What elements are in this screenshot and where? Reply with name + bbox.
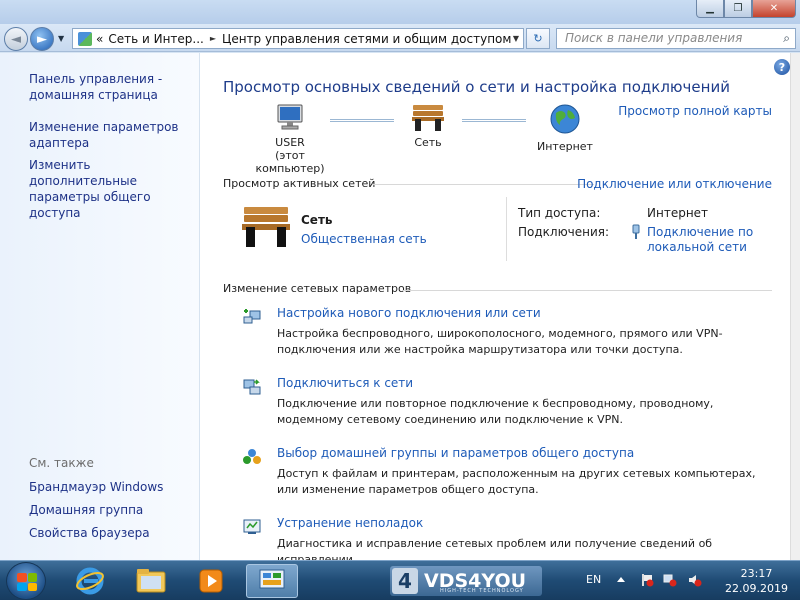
homegroup-description: Доступ к файлам и принтерам, расположенн… xyxy=(277,467,756,496)
homegroup-link[interactable]: Выбор домашней группы и параметров общег… xyxy=(277,446,777,460)
active-network-name: Сеть xyxy=(301,213,333,227)
map-node-computer[interactable]: USER (этот компьютер) xyxy=(240,103,340,175)
connections-label: Подключения: xyxy=(518,225,610,239)
start-button[interactable] xyxy=(6,562,46,600)
sidebar-link-control-panel-home[interactable]: Панель управления - домашняя страница xyxy=(29,71,197,103)
connect-network-link[interactable]: Подключиться к сети xyxy=(277,376,777,390)
refresh-button[interactable]: ↻ xyxy=(526,28,550,49)
access-type-value: Интернет xyxy=(647,206,709,220)
volume-muted-icon[interactable] xyxy=(688,573,702,587)
sidebar: Панель управления - домашняя страница Из… xyxy=(0,53,200,560)
taskbar-internet-explorer[interactable] xyxy=(64,564,116,598)
title-bar: ▁ ❐ ✕ xyxy=(0,0,800,24)
media-player-icon xyxy=(199,569,223,593)
forward-button[interactable]: ► xyxy=(30,27,54,51)
search-input[interactable]: Поиск в панели управления ⌕ xyxy=(556,28,796,49)
troubleshoot-link[interactable]: Устранение неполадок xyxy=(277,516,777,530)
clock-time: 23:17 xyxy=(740,567,773,580)
connection-link-line-2[interactable]: локальной сети xyxy=(647,240,747,254)
internet-label: Интернет xyxy=(537,140,593,153)
tray-arrow-icon[interactable] xyxy=(614,573,628,587)
main-content: ? Просмотр основных сведений о сети и на… xyxy=(200,53,790,566)
action-center-flag-icon[interactable] xyxy=(640,573,654,587)
troubleshoot-icon xyxy=(243,519,261,534)
control-panel-icon xyxy=(78,31,92,46)
section-divider xyxy=(372,184,594,185)
control-panel-icon xyxy=(259,569,285,589)
new-connection-description: Настройка беспроводного, широкополосного… xyxy=(277,327,723,356)
access-type-label: Тип доступа: xyxy=(518,206,601,220)
breadcrumb-separator[interactable]: ► xyxy=(210,34,216,43)
minimize-button[interactable]: ▁ xyxy=(696,0,724,18)
vds4you-logo-icon: 4 xyxy=(392,568,418,594)
network-label: Сеть xyxy=(414,136,442,149)
scrollbar[interactable] xyxy=(790,53,800,560)
brand-subtitle: HIGH-TECH TECHNOLOGY xyxy=(440,588,524,594)
section-divider xyxy=(402,290,772,291)
breadcrumb-network-internet[interactable]: Сеть и Интер... xyxy=(108,32,204,46)
bench-icon xyxy=(412,105,444,131)
maximize-button[interactable]: ❐ xyxy=(724,0,752,18)
help-icon[interactable]: ? xyxy=(774,59,790,75)
window-controls: ▁ ❐ ✕ xyxy=(696,0,796,18)
change-settings-heading: Изменение сетевых параметров xyxy=(223,282,412,295)
network-tray-icon[interactable] xyxy=(663,573,677,587)
see-also-heading: См. также xyxy=(29,456,94,470)
sidebar-link-internet-options[interactable]: Свойства браузера xyxy=(29,525,197,541)
sidebar-link-sharing-settings[interactable]: Изменить дополнительные параметры общего… xyxy=(29,157,197,221)
connect-disconnect-link[interactable]: Подключение или отключение xyxy=(577,177,772,191)
close-button[interactable]: ✕ xyxy=(752,0,796,18)
active-networks-heading: Просмотр активных сетей xyxy=(223,177,376,190)
history-dropdown[interactable]: ▼ xyxy=(58,34,64,43)
breadcrumb-prefix[interactable]: « xyxy=(96,32,103,46)
map-node-internet[interactable]: Интернет xyxy=(530,103,600,153)
system-clock[interactable]: 23:17 22.09.2019 xyxy=(725,566,788,596)
address-dropdown[interactable]: ▼ xyxy=(513,34,519,43)
taskbar-explorer[interactable] xyxy=(125,564,177,598)
computer-subtitle: (этот компьютер) xyxy=(255,149,325,175)
connect-network-icon xyxy=(243,379,261,395)
network-type-link[interactable]: Общественная сеть xyxy=(301,232,427,246)
full-map-link[interactable]: Просмотр полной карты xyxy=(618,104,772,118)
clock-date: 22.09.2019 xyxy=(725,582,788,595)
map-connector xyxy=(330,119,394,122)
language-indicator[interactable]: EN xyxy=(586,573,601,586)
breadcrumb-current[interactable]: Центр управления сетями и общим доступом xyxy=(222,32,511,46)
search-icon[interactable]: ⌕ xyxy=(783,31,790,46)
address-bar[interactable]: « Сеть и Интер... ► Центр управления сет… xyxy=(72,28,524,49)
map-connector xyxy=(462,119,526,122)
homegroup-icon xyxy=(243,449,261,464)
navigation-bar: ◄ ► ▼ « Сеть и Интер... ► Центр управлен… xyxy=(0,24,800,52)
connection-link-line-1[interactable]: Подключение по xyxy=(647,225,753,239)
globe-icon xyxy=(550,104,580,134)
new-connection-link[interactable]: Настройка нового подключения или сети xyxy=(277,306,777,320)
sidebar-link-adapter-settings[interactable]: Изменение параметров адаптера xyxy=(29,119,197,151)
taskbar-media-player[interactable] xyxy=(185,564,237,598)
computer-icon xyxy=(277,104,303,130)
folder-icon xyxy=(136,569,166,593)
ethernet-icon xyxy=(632,224,640,239)
task-homegroup: Выбор домашней группы и параметров общег… xyxy=(277,446,777,498)
task-new-connection: Настройка нового подключения или сети На… xyxy=(277,306,777,358)
map-node-network[interactable]: Сеть xyxy=(398,103,458,149)
connect-network-description: Подключение или повторное подключение к … xyxy=(277,397,714,426)
taskbar-control-panel[interactable] xyxy=(246,564,298,598)
new-connection-icon xyxy=(243,309,261,324)
sidebar-link-homegroup[interactable]: Домашняя группа xyxy=(29,502,197,518)
vds4you-brand: 4 VDS4YOU HIGH-TECH TECHNOLOGY xyxy=(390,566,542,596)
network-bench-icon xyxy=(242,207,290,247)
task-connect-network: Подключиться к сети Подключение или повт… xyxy=(277,376,777,428)
sidebar-link-firewall[interactable]: Брандмауэр Windows xyxy=(29,479,197,495)
page-title: Просмотр основных сведений о сети и наст… xyxy=(223,78,730,96)
back-button[interactable]: ◄ xyxy=(4,27,28,51)
windows-logo-icon xyxy=(17,573,37,591)
taskbar: 4 VDS4YOU HIGH-TECH TECHNOLOGY EN 23:17 … xyxy=(0,560,800,600)
internet-explorer-icon xyxy=(76,567,104,595)
search-placeholder: Поиск в панели управления xyxy=(565,31,743,45)
vertical-divider xyxy=(506,197,507,261)
computer-name: USER xyxy=(275,136,305,149)
